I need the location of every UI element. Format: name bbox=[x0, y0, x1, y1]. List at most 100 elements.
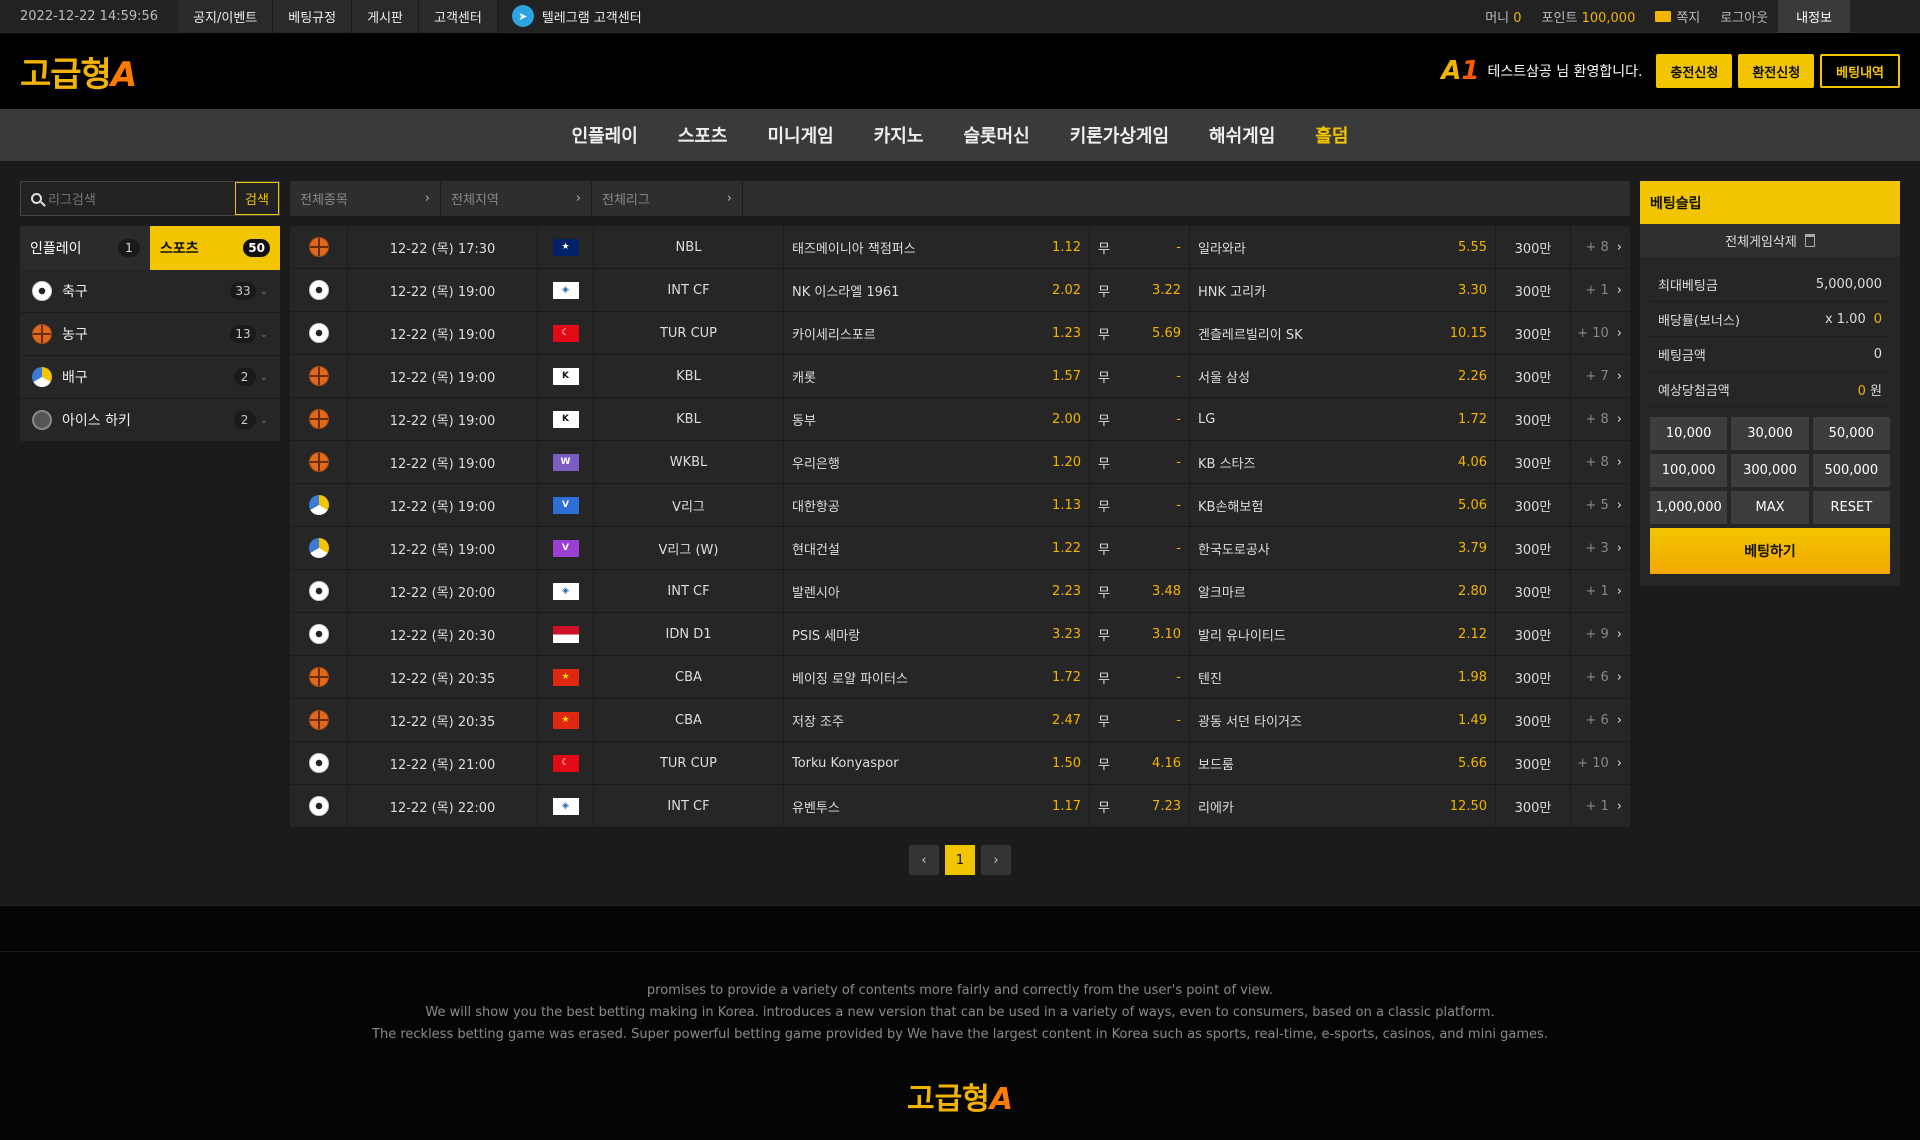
away-odd-button[interactable]: HNK 고리카 3.30 bbox=[1189, 269, 1495, 311]
away-odd-button[interactable]: 리에카 12.50 bbox=[1189, 785, 1495, 827]
amount-button[interactable]: RESET bbox=[1812, 491, 1890, 524]
away-odd-button[interactable]: 겐츨레르빌리이 SK 10.15 bbox=[1189, 312, 1495, 354]
amount-button[interactable]: 100,000 bbox=[1650, 454, 1728, 487]
away-odd-button[interactable]: LG 1.72 bbox=[1189, 398, 1495, 440]
home-odd-button[interactable]: 대한항공 1.13 bbox=[783, 484, 1089, 526]
more-markets-button[interactable]: + 5 › bbox=[1570, 484, 1630, 526]
draw-odd-button[interactable]: 무- bbox=[1089, 398, 1189, 440]
draw-odd-button[interactable]: 무 7.23 bbox=[1089, 785, 1189, 827]
home-odd-button[interactable]: 캐롯 1.57 bbox=[783, 355, 1089, 397]
filter-sport[interactable]: 전체종목 › bbox=[290, 181, 441, 216]
draw-odd-button[interactable]: 무- bbox=[1089, 441, 1189, 483]
more-markets-button[interactable]: + 7 › bbox=[1570, 355, 1630, 397]
home-odd-button[interactable]: PSIS 세마랑 3.23 bbox=[783, 613, 1089, 655]
more-markets-button[interactable]: + 6 › bbox=[1570, 656, 1630, 698]
more-markets-button[interactable]: + 10 › bbox=[1570, 742, 1630, 784]
more-markets-button[interactable]: + 1 › bbox=[1570, 570, 1630, 612]
more-markets-button[interactable]: + 10 › bbox=[1570, 312, 1630, 354]
sport-item-hockey[interactable]: 아이스 하키 2 ⌄ bbox=[20, 399, 280, 442]
place-bet-button[interactable]: 베팅하기 bbox=[1650, 528, 1890, 574]
more-markets-button[interactable]: + 6 › bbox=[1570, 699, 1630, 741]
draw-odd-button[interactable]: 무 3.48 bbox=[1089, 570, 1189, 612]
amount-button[interactable]: 30,000 bbox=[1731, 417, 1809, 450]
more-markets-button[interactable]: + 3 › bbox=[1570, 527, 1630, 569]
amount-button[interactable]: 300,000 bbox=[1731, 454, 1809, 487]
search-input[interactable]: 리그검색 bbox=[21, 182, 235, 215]
amount-button[interactable]: 10,000 bbox=[1650, 417, 1728, 450]
amount-button[interactable]: 500,000 bbox=[1812, 454, 1890, 487]
more-markets-button[interactable]: + 1 › bbox=[1570, 269, 1630, 311]
home-odd-button[interactable]: 현대건설 1.22 bbox=[783, 527, 1089, 569]
nav-sports[interactable]: 스포츠 bbox=[678, 122, 728, 148]
more-markets-button[interactable]: + 8 › bbox=[1570, 441, 1630, 483]
logout-link[interactable]: 로그아웃 bbox=[1710, 7, 1778, 26]
draw-odd-button[interactable]: 무 3.10 bbox=[1089, 613, 1189, 655]
draw-odd-button[interactable]: 무- bbox=[1089, 527, 1189, 569]
nav-inplay[interactable]: 인플레이 bbox=[572, 122, 638, 148]
filter-region[interactable]: 전체지역 › bbox=[441, 181, 592, 216]
home-odd-button[interactable]: NK 이스라엘 1961 2.02 bbox=[783, 269, 1089, 311]
away-odd-button[interactable]: 한국도로공사 3.79 bbox=[1189, 527, 1495, 569]
nav-kiron[interactable]: 키론가상게임 bbox=[1070, 122, 1169, 148]
away-odd-button[interactable]: 보드룸 5.66 bbox=[1189, 742, 1495, 784]
telegram-link[interactable]: ➤ 텔레그램 고객센터 bbox=[498, 5, 656, 27]
away-odd-button[interactable]: KB손해보험 5.06 bbox=[1189, 484, 1495, 526]
home-odd-button[interactable]: 발렌시아 2.23 bbox=[783, 570, 1089, 612]
draw-odd-button[interactable]: 무- bbox=[1089, 355, 1189, 397]
away-odd-button[interactable]: KB 스타즈 4.06 bbox=[1189, 441, 1495, 483]
tab-inplay[interactable]: 인플레이 1 bbox=[20, 226, 150, 270]
tab-sports[interactable]: 스포츠 50 bbox=[150, 226, 280, 270]
draw-odd-button[interactable]: 무 5.69 bbox=[1089, 312, 1189, 354]
amount-button[interactable]: 50,000 bbox=[1812, 417, 1890, 450]
home-odd-button[interactable]: 카이세리스포르 1.23 bbox=[783, 312, 1089, 354]
home-odd-button[interactable]: 태즈메이니아 잭점퍼스 1.12 bbox=[783, 226, 1089, 268]
nav-support[interactable]: 고객센터 bbox=[419, 0, 498, 33]
amount-button[interactable]: 1,000,000 bbox=[1650, 491, 1728, 524]
home-odd-button[interactable]: 동부 2.00 bbox=[783, 398, 1089, 440]
draw-odd-button[interactable]: 무 4.16 bbox=[1089, 742, 1189, 784]
myinfo-button[interactable]: 내정보 bbox=[1778, 0, 1850, 33]
away-odd-button[interactable]: 알크마르 2.80 bbox=[1189, 570, 1495, 612]
away-odd-button[interactable]: 일라와라 5.55 bbox=[1189, 226, 1495, 268]
home-odd-button[interactable]: Torku Konyaspor 1.50 bbox=[783, 742, 1089, 784]
draw-odd-button[interactable]: 무- bbox=[1089, 699, 1189, 741]
away-odd-button[interactable]: 발리 유나이티드 2.12 bbox=[1189, 613, 1495, 655]
nav-notice[interactable]: 공지/이벤트 bbox=[178, 0, 274, 33]
next-page-button[interactable]: › bbox=[981, 845, 1011, 875]
site-logo[interactable]: 고급형A bbox=[20, 47, 137, 96]
more-markets-button[interactable]: + 9 › bbox=[1570, 613, 1630, 655]
amount-button[interactable]: MAX bbox=[1731, 491, 1809, 524]
away-odd-button[interactable]: 서울 삼성 2.26 bbox=[1189, 355, 1495, 397]
message-link[interactable]: 쪽지 bbox=[1645, 7, 1710, 26]
nav-minigame[interactable]: 미니게임 bbox=[768, 122, 834, 148]
draw-odd-button[interactable]: 무- bbox=[1089, 226, 1189, 268]
home-odd-button[interactable]: 유벤투스 1.17 bbox=[783, 785, 1089, 827]
away-odd-button[interactable]: 텐진 1.98 bbox=[1189, 656, 1495, 698]
more-markets-button[interactable]: + 8 › bbox=[1570, 226, 1630, 268]
nav-casino[interactable]: 카지노 bbox=[874, 122, 924, 148]
away-odd-button[interactable]: 광동 서던 타이거즈 1.49 bbox=[1189, 699, 1495, 741]
withdraw-button[interactable]: 환전신청 bbox=[1738, 54, 1815, 88]
more-markets-button[interactable]: + 1 › bbox=[1570, 785, 1630, 827]
nav-holdem[interactable]: 홀덤 bbox=[1315, 122, 1348, 148]
sport-item-soccer[interactable]: 축구 33 ⌄ bbox=[20, 270, 280, 313]
nav-slot[interactable]: 슬롯머신 bbox=[963, 122, 1029, 148]
draw-odd-button[interactable]: 무 3.22 bbox=[1089, 269, 1189, 311]
home-odd-button[interactable]: 베이징 로얄 파이터스 1.72 bbox=[783, 656, 1089, 698]
search-button[interactable]: 검색 bbox=[235, 182, 279, 215]
home-odd-button[interactable]: 저장 조주 2.47 bbox=[783, 699, 1089, 741]
draw-odd-button[interactable]: 무- bbox=[1089, 484, 1189, 526]
nav-hash[interactable]: 해쉬게임 bbox=[1209, 122, 1275, 148]
page-button[interactable]: 1 bbox=[945, 845, 975, 875]
sport-item-volley[interactable]: 배구 2 ⌄ bbox=[20, 356, 280, 399]
clear-all-button[interactable]: 전체게임삭제 bbox=[1640, 224, 1900, 257]
prev-page-button[interactable]: ‹ bbox=[909, 845, 939, 875]
home-odd-button[interactable]: 우리은행 1.20 bbox=[783, 441, 1089, 483]
nav-board[interactable]: 게시판 bbox=[352, 0, 419, 33]
filter-league[interactable]: 전체리그 › bbox=[592, 181, 743, 216]
more-markets-button[interactable]: + 8 › bbox=[1570, 398, 1630, 440]
draw-odd-button[interactable]: 무- bbox=[1089, 656, 1189, 698]
sport-item-basket[interactable]: 농구 13 ⌄ bbox=[20, 313, 280, 356]
nav-rules[interactable]: 베팅규정 bbox=[273, 0, 353, 33]
deposit-button[interactable]: 충전신청 bbox=[1656, 54, 1733, 88]
